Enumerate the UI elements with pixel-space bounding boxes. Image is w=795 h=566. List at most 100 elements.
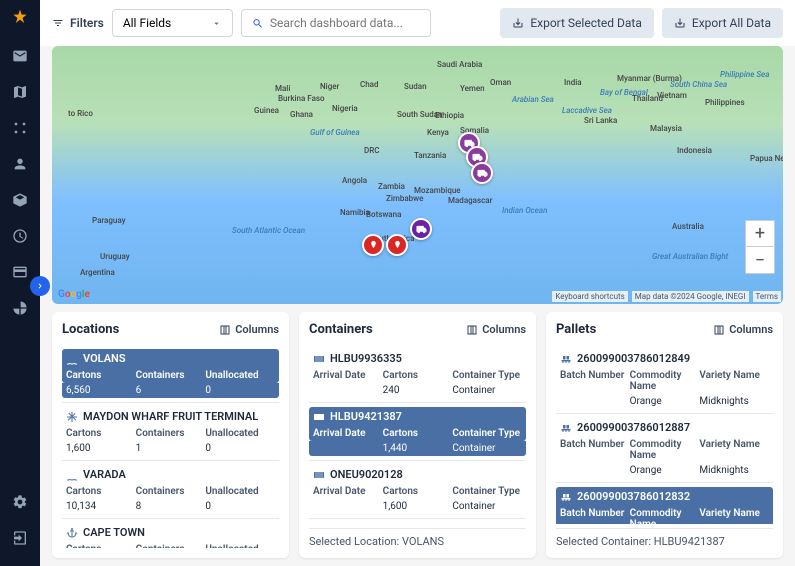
item-name: 260099003786012832 xyxy=(577,490,690,503)
map-marker[interactable] xyxy=(410,218,432,240)
pallets-item[interactable]: 260099003786012849Batch NumberCommodity … xyxy=(556,345,773,414)
item-name: MAYDON WHARF FRUIT TERMINAL xyxy=(83,410,258,423)
locations-item[interactable]: MAYDON WHARF FRUIT TERMINALCartonsContai… xyxy=(62,403,279,461)
item-name: ONEU9020128 xyxy=(330,468,403,481)
col-value: 240 xyxy=(383,385,453,396)
map-label: Philippines xyxy=(705,98,745,107)
containers-item[interactable]: ONEU9020128Arrival DateCartonsContainer … xyxy=(309,461,526,519)
columns-button[interactable]: Columns xyxy=(466,323,526,336)
sidebar-item-chart[interactable] xyxy=(4,292,36,324)
col-label: Containers xyxy=(136,486,206,497)
panels-row: Locations Columns VOLANSCartonsContainer… xyxy=(40,312,795,566)
columns-icon xyxy=(219,324,231,336)
item-name: VOLANS xyxy=(83,352,126,365)
item-title[interactable]: 260099003786012832 xyxy=(556,487,773,506)
filters-label: Filters xyxy=(70,16,104,30)
columns-button[interactable]: Columns xyxy=(713,323,773,336)
map-zoom-controls: + − xyxy=(745,220,775,274)
export-all-button[interactable]: Export All Data xyxy=(662,8,783,38)
locations-item[interactable]: VOLANSCartonsContainersUnallocated6,5606… xyxy=(62,345,279,403)
fields-select[interactable]: All Fields xyxy=(112,9,233,37)
item-title[interactable]: HLBU9936335 xyxy=(309,349,526,368)
map-attr-shortcuts[interactable]: Keyboard shortcuts xyxy=(552,291,627,302)
sidebar-item-logout[interactable] xyxy=(4,522,36,554)
item-title[interactable]: 260099003786012887 xyxy=(556,418,773,437)
cold-icon xyxy=(66,411,78,423)
map-label: Australia xyxy=(672,222,704,231)
panel-footer: Selected Location: VOLANS xyxy=(309,528,526,548)
sidebar-toggle-button[interactable] xyxy=(30,276,50,296)
map-marker[interactable] xyxy=(471,162,493,184)
map-label: Philippine Sea xyxy=(720,70,769,79)
col-value: Container xyxy=(452,501,522,512)
app-logo-icon xyxy=(10,8,30,28)
col-label: Variety Name xyxy=(699,370,769,392)
export-selected-button[interactable]: Export Selected Data xyxy=(500,8,654,38)
col-label: Commodity Name xyxy=(630,439,700,461)
map-label: Indian Ocean xyxy=(502,206,547,215)
containers-panel: Containers Columns HLBU9936335Arrival Da… xyxy=(299,312,536,558)
locations-item[interactable]: VARADACartonsContainersUnallocated10,134… xyxy=(62,461,279,519)
col-value: Midknights xyxy=(699,396,769,407)
map[interactable]: to RicoGuineaGhanaNigeriaMaliNigerChadBu… xyxy=(52,46,783,304)
col-value: 1,600 xyxy=(383,501,453,512)
filter-icon xyxy=(52,17,64,29)
map-label: Angola xyxy=(342,176,367,185)
map-label: DRC xyxy=(364,146,379,155)
sidebar-item-cube[interactable] xyxy=(4,184,36,216)
main-content: Filters All Fields Export Selected Data … xyxy=(40,0,795,566)
map-attr-terms[interactable]: Terms xyxy=(753,291,781,302)
map-label: Papua New Guinea xyxy=(750,154,783,163)
item-title[interactable]: ONEU9020128 xyxy=(309,465,526,484)
containers-item[interactable]: HLBU9421387Arrival DateCartonsContainer … xyxy=(309,403,526,461)
search-box[interactable] xyxy=(241,9,431,37)
pallets-item[interactable]: 260099003786012832Batch NumberCommodity … xyxy=(556,483,773,524)
search-icon xyxy=(252,17,264,30)
sidebar-item-users[interactable] xyxy=(4,148,36,180)
item-name: HLBU9936335 xyxy=(330,352,402,365)
container-icon xyxy=(313,411,325,423)
zoom-out-button[interactable]: − xyxy=(746,247,774,273)
containers-item[interactable]: HLBU9936335Arrival DateCartonsContainer … xyxy=(309,345,526,403)
col-label: Container Type xyxy=(452,370,522,381)
col-value: Container xyxy=(452,443,522,454)
col-value: Orange xyxy=(630,465,700,476)
item-name: 260099003786012887 xyxy=(577,421,690,434)
col-label: Variety Name xyxy=(699,439,769,461)
sidebar-item-inbox[interactable] xyxy=(4,40,36,72)
item-title[interactable]: VARADA xyxy=(62,465,279,484)
map-label: Ethiopia xyxy=(435,111,464,120)
sidebar-item-gauge[interactable] xyxy=(4,220,36,252)
download-icon xyxy=(674,17,686,29)
item-title[interactable]: VOLANS xyxy=(62,349,279,368)
panel-footer: Selected Container: HLBU9421387 xyxy=(556,528,773,548)
item-title[interactable]: MAYDON WHARF FRUIT TERMINAL xyxy=(62,407,279,426)
columns-button[interactable]: Columns xyxy=(219,323,279,336)
map-marker[interactable] xyxy=(386,234,408,256)
col-label: Arrival Date xyxy=(313,486,383,497)
col-value: 0 xyxy=(205,443,275,454)
zoom-in-button[interactable]: + xyxy=(746,221,774,247)
map-marker[interactable] xyxy=(362,234,384,256)
item-title[interactable]: 260099003786012849 xyxy=(556,349,773,368)
col-value: 0 xyxy=(205,501,275,512)
map-label: Oman xyxy=(490,78,511,87)
sidebar-item-map[interactable] xyxy=(4,76,36,108)
col-value: Container xyxy=(452,385,522,396)
map-attribution: Keyboard shortcuts Map data ©2024 Google… xyxy=(552,291,781,302)
search-input[interactable] xyxy=(270,16,420,30)
col-label: Containers xyxy=(136,370,206,381)
pallets-item[interactable]: 260099003786012887Batch NumberCommodity … xyxy=(556,414,773,483)
map-label: Burkina Faso xyxy=(278,94,325,103)
item-title[interactable]: HLBU9421387 xyxy=(309,407,526,426)
item-title[interactable]: CAPE TOWN xyxy=(62,523,279,542)
item-title[interactable]: ONEU9235743 xyxy=(309,523,526,524)
containers-item[interactable]: ONEU9235743Arrival DateCartonsContainer … xyxy=(309,519,526,524)
col-label: Arrival Date xyxy=(313,370,383,381)
item-name: CAPE TOWN xyxy=(83,526,145,539)
sidebar-item-settings[interactable] xyxy=(4,486,36,518)
locations-item[interactable]: CAPE TOWNCartonsContainersUnallocated4,8… xyxy=(62,519,279,548)
filters-button[interactable]: Filters xyxy=(52,16,104,30)
map-label: Guinea xyxy=(254,106,279,115)
sidebar-item-network[interactable] xyxy=(4,112,36,144)
